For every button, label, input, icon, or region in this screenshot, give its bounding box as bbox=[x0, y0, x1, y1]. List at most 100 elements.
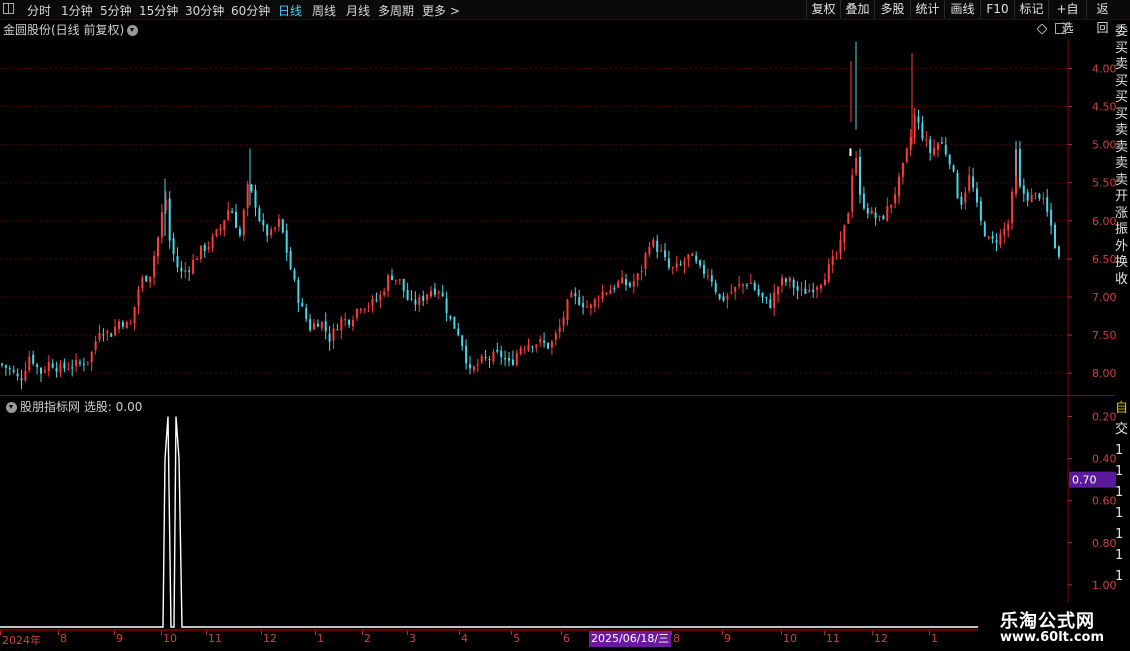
toolbar-button-4[interactable]: 画线 bbox=[944, 0, 980, 19]
candle-body bbox=[625, 279, 627, 285]
candle-body bbox=[964, 192, 967, 203]
candle-body bbox=[898, 176, 900, 197]
panel-layout-icon[interactable] bbox=[1055, 23, 1066, 34]
candle-body bbox=[176, 256, 179, 268]
candle-body bbox=[1022, 185, 1025, 194]
candle-body bbox=[508, 358, 510, 361]
tab-period-7[interactable]: 周线 bbox=[312, 2, 336, 19]
candle-body bbox=[660, 250, 663, 252]
date-axis: 2024年 8 9 10 11 12 1 2 3 4 5 6 8 9 10 11 12 1 2025/06/18/… bbox=[0, 630, 1130, 651]
side-field-label: 1 bbox=[1115, 485, 1124, 500]
candle-body bbox=[480, 356, 483, 363]
candle-body bbox=[398, 279, 401, 281]
tab-period-2[interactable]: 5分钟 bbox=[100, 2, 132, 19]
side-field-label: 买 bbox=[1115, 40, 1129, 56]
toolbar-button-0[interactable]: 复权 bbox=[806, 0, 840, 19]
candle-body bbox=[153, 256, 156, 278]
toolbar-button-6[interactable]: 标记 bbox=[1014, 0, 1048, 19]
candle-body bbox=[82, 363, 85, 365]
candle-body bbox=[379, 295, 382, 301]
tab-period-5[interactable]: 60分钟 bbox=[231, 2, 270, 19]
candle-body bbox=[894, 194, 897, 204]
toolbar-button-7[interactable]: +自选 bbox=[1048, 0, 1086, 35]
candle-body bbox=[348, 319, 351, 326]
side-field-label: 卖 bbox=[1115, 139, 1129, 155]
date-tick-mark bbox=[161, 631, 162, 635]
date-cursor-label: 2025/06/18/三 bbox=[589, 631, 672, 647]
diamond-icon[interactable] bbox=[1036, 23, 1048, 35]
indicator-tick-label: 0.40 bbox=[1092, 453, 1117, 466]
tab-period-1[interactable]: 1分钟 bbox=[61, 2, 93, 19]
chevron-down-icon[interactable] bbox=[127, 25, 139, 36]
date-tick-mark bbox=[114, 631, 115, 635]
candle-body bbox=[274, 227, 276, 230]
date-tick-mark bbox=[824, 631, 825, 635]
candle-body bbox=[199, 245, 202, 259]
candle-body bbox=[184, 270, 187, 272]
candle-body bbox=[1007, 223, 1010, 231]
candle-body bbox=[999, 233, 1002, 245]
candle-body bbox=[227, 210, 230, 221]
candle-body bbox=[519, 347, 522, 355]
date-tick-mark bbox=[511, 631, 512, 635]
tab-period-3[interactable]: 15分钟 bbox=[139, 2, 178, 19]
price-tick-label: 5.50 bbox=[1092, 177, 1117, 190]
candle-body bbox=[554, 333, 557, 340]
candle-body bbox=[145, 275, 148, 282]
tab-period-4[interactable]: 30分钟 bbox=[185, 2, 224, 19]
candle-body bbox=[453, 316, 456, 329]
tab-period-10[interactable]: 更多 > bbox=[422, 2, 460, 19]
candle-body bbox=[90, 351, 93, 363]
candle-body bbox=[816, 287, 819, 291]
side-field-label: 委 bbox=[1115, 24, 1129, 39]
date-tick-mark bbox=[561, 631, 562, 635]
signal-line bbox=[0, 416, 1068, 628]
candle-body bbox=[418, 297, 421, 306]
indicator-tick-label: 0.80 bbox=[1092, 537, 1117, 550]
candle-body bbox=[621, 277, 624, 284]
candle-body bbox=[4, 365, 7, 368]
candle-body bbox=[371, 298, 374, 306]
side-field-label: 1 bbox=[1115, 506, 1124, 521]
candle-body bbox=[831, 256, 834, 265]
side-field-label: 外 bbox=[1115, 238, 1129, 254]
candle-body bbox=[426, 294, 429, 301]
candle-body bbox=[336, 329, 339, 331]
toolbar-button-2[interactable]: 多股 bbox=[874, 0, 910, 19]
side-field-label: 涨 bbox=[1115, 205, 1129, 221]
tab-period-0[interactable]: 分时 bbox=[27, 2, 51, 19]
candle-body bbox=[788, 277, 791, 282]
date-tick-label: 8 bbox=[60, 632, 67, 645]
candle-body bbox=[433, 288, 436, 295]
indicator-chart: 1.00 0.80 0.60 0.40 0.20 0.70 bbox=[0, 396, 1130, 630]
candle-body bbox=[956, 172, 959, 199]
side-field-label: 卖 bbox=[1115, 57, 1129, 72]
date-tick-mark bbox=[0, 631, 1, 635]
candle-body bbox=[609, 290, 612, 294]
candle-body bbox=[28, 356, 31, 371]
tab-period-6[interactable]: 日线 bbox=[278, 2, 302, 19]
candle-body bbox=[749, 282, 752, 285]
side-field-label: 1 bbox=[1115, 443, 1124, 458]
candle-body bbox=[149, 276, 152, 283]
toolbar-button-5[interactable]: F10 bbox=[980, 0, 1014, 19]
candle-body bbox=[859, 156, 861, 195]
candle-body bbox=[1054, 224, 1056, 248]
layout-icon[interactable] bbox=[3, 3, 14, 14]
toolbar-button-1[interactable]: 叠加 bbox=[840, 0, 874, 19]
side-field-label: 1 bbox=[1115, 527, 1124, 542]
date-tick-mark bbox=[671, 631, 672, 635]
candle-body bbox=[1057, 246, 1060, 257]
candle-body bbox=[488, 358, 491, 360]
toolbar-button-8[interactable]: 返回 bbox=[1086, 0, 1118, 35]
candle-body bbox=[718, 293, 721, 299]
candle-body bbox=[558, 327, 561, 333]
tab-period-9[interactable]: 多周期 bbox=[378, 2, 414, 19]
candle-body bbox=[929, 139, 932, 154]
candle-body bbox=[808, 290, 811, 293]
candle-body bbox=[258, 208, 261, 221]
tab-period-8[interactable]: 月线 bbox=[346, 2, 370, 19]
candle-body bbox=[235, 211, 237, 228]
toolbar-button-3[interactable]: 统计 bbox=[910, 0, 944, 19]
date-tick-mark bbox=[781, 631, 782, 635]
